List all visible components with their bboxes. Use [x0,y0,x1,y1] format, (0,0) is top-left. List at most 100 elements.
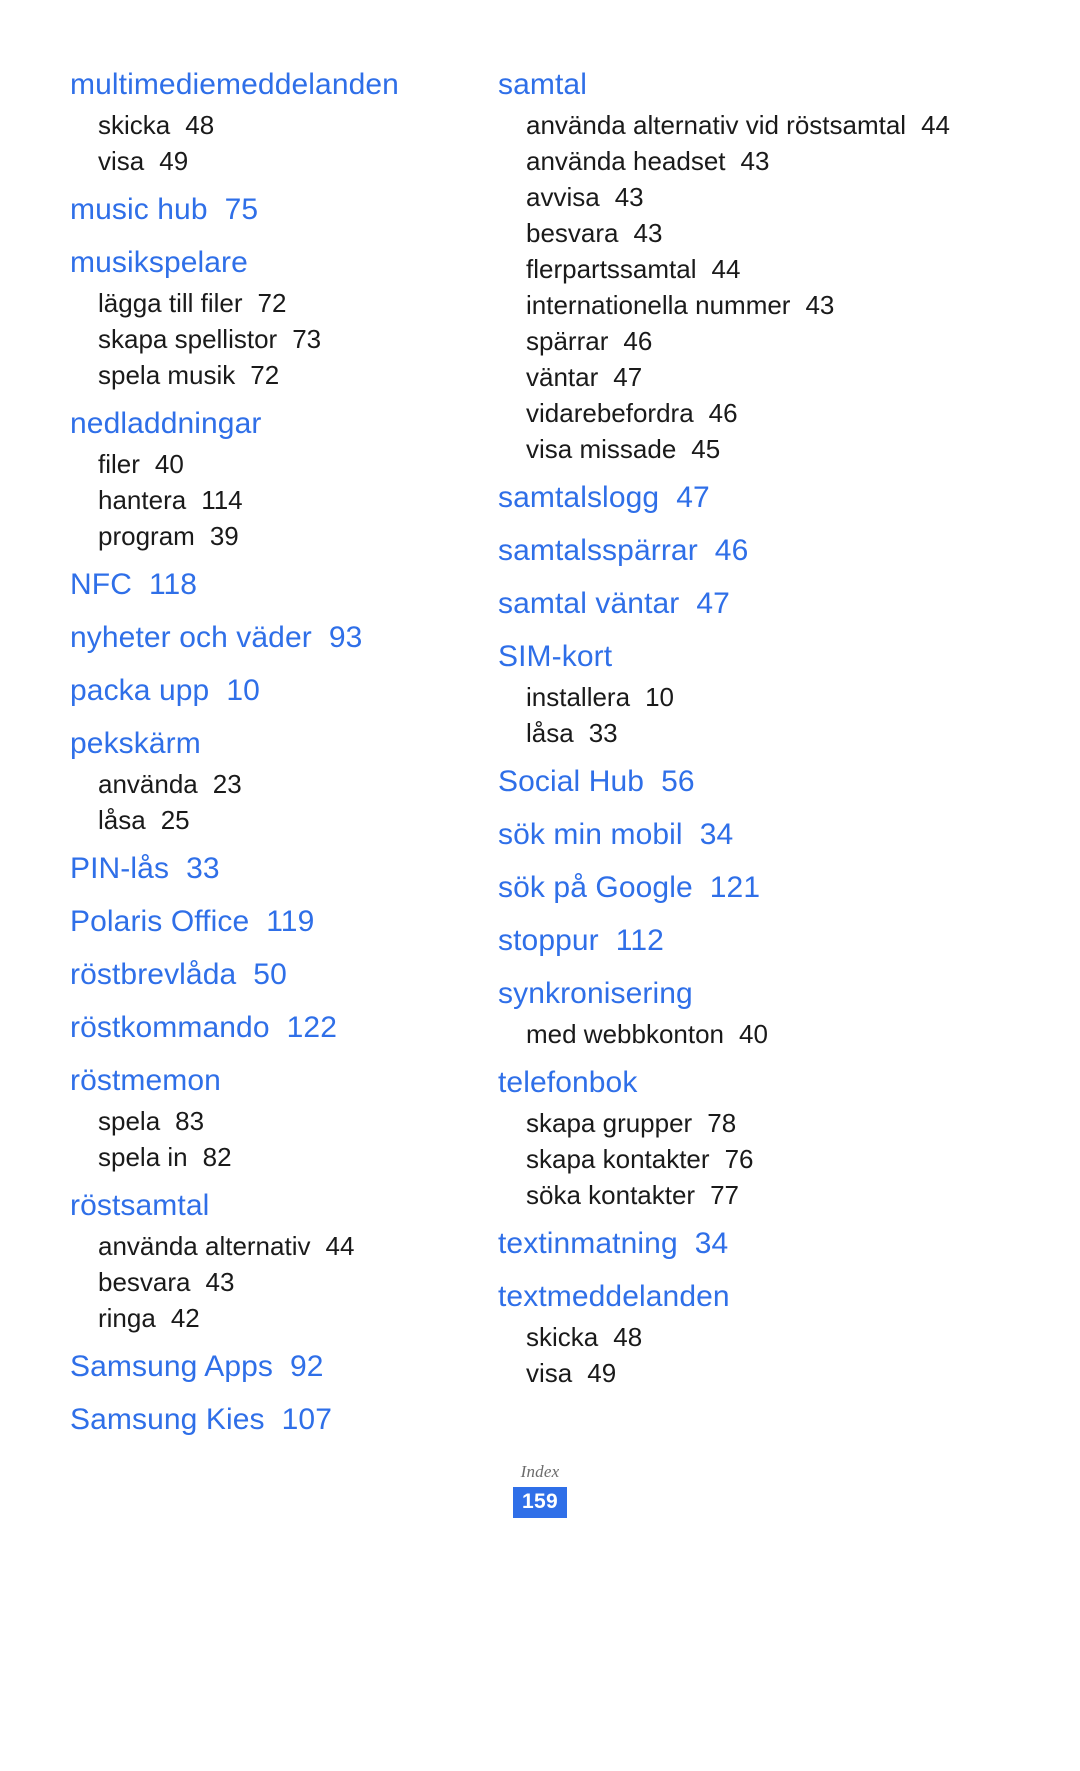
index-subentry[interactable]: spela musik 72 [70,357,495,393]
index-entry: nedladdningar filer 40 hantera 114 program 39 [70,401,495,554]
index-entry-page-number: 34 [699,818,734,851]
index-entry: röstbrevlåda 50 [70,952,495,997]
index-entry-title[interactable]: röstbrevlåda 50 [70,952,495,997]
index-subentry[interactable]: filer 40 [70,446,495,482]
index-entry-title-text: Social Hub [498,765,645,798]
index-subentry[interactable]: vidarebefordra 46 [498,395,988,431]
index-entry-title-text: röstbrevlåda [70,958,237,991]
index-entry-page-number: 118 [148,568,198,601]
index-subentry[interactable]: program 39 [70,518,495,554]
index-subentry[interactable]: spärrar 46 [498,323,988,359]
index-subentry[interactable]: använda 23 [70,766,495,802]
index-entry-page-number: 46 [714,534,749,567]
index-subentry-label: väntar [526,362,599,392]
index-subentry-label: spela in [98,1142,188,1172]
index-subentry[interactable]: spela in 82 [70,1139,495,1175]
index-entry-title[interactable]: samtal [498,62,988,107]
index-subentry-label: besvara [98,1267,191,1297]
index-entry-title[interactable]: nedladdningar [70,401,495,446]
index-entry-title[interactable]: Samsung Apps 92 [70,1344,495,1389]
index-entry-title-text: sök på Google [498,871,693,904]
index-entry-title[interactable]: röstsamtal [70,1183,495,1228]
index-entry-title[interactable]: sök min mobil 34 [498,812,988,857]
index-entry-page-number: 50 [253,958,287,991]
index-entry-title[interactable]: packa upp 10 [70,668,495,713]
index-subentry-list: installera 10 låsa 33 [498,679,988,751]
index-subentry[interactable]: hantera 114 [70,482,495,518]
index-subentry-list: använda alternativ vid röstsamtal 44 använ… [498,107,988,467]
index-entry: multimediemeddelanden skicka 48 visa 49 [70,62,495,179]
index-subentry[interactable]: låsa 25 [70,802,495,838]
index-entry-title[interactable]: PIN-lås 33 [70,846,495,891]
index-subentry-page-number: 49 [159,146,189,176]
index-entry-title[interactable]: samtal väntar 47 [498,581,988,626]
index-subentry[interactable]: med webbkonton 40 [498,1016,988,1052]
index-entry-title[interactable]: telefonbok [498,1060,988,1105]
index-subentry[interactable]: skicka 48 [498,1319,988,1355]
index-entry-title[interactable]: nyheter och väder 93 [70,615,495,660]
index-subentry[interactable]: skapa spellistor 73 [70,321,495,357]
index-entry-title-text: Samsung Kies [70,1403,265,1436]
index-subentry[interactable]: använda alternativ vid röstsamtal 44 [498,107,988,143]
index-subentry[interactable]: låsa 33 [498,715,988,751]
index-entry-title[interactable]: Social Hub 56 [498,759,988,804]
index-entry-title[interactable]: Polaris Office 119 [70,899,495,944]
index-entry-title[interactable]: musikspelare [70,240,495,285]
index-subentry[interactable]: skicka 48 [70,107,495,143]
index-subentry[interactable]: visa 49 [498,1355,988,1391]
index-entry-title[interactable]: sök på Google 121 [498,865,988,910]
index-entry-title[interactable]: music hub 75 [70,187,495,232]
index-entry: PIN-lås 33 [70,846,495,891]
index-subentry-page-number: 42 [170,1303,200,1333]
index-entry: nyheter och väder 93 [70,615,495,660]
page-footer: Index 159 [0,1462,1080,1518]
index-subentry-page-number: 44 [921,110,951,140]
index-subentry[interactable]: väntar 47 [498,359,988,395]
index-entry-title[interactable]: Samsung Kies 107 [70,1397,495,1442]
index-entry-title[interactable]: samtalslogg 47 [498,475,988,520]
index-subentry[interactable]: söka kontakter 77 [498,1177,988,1213]
index-subentry[interactable]: lägga till filer 72 [70,285,495,321]
index-entry-title[interactable]: pekskärm [70,721,495,766]
index-subentry[interactable]: internationella nummer 43 [498,287,988,323]
index-entry-title-text: Samsung Apps [70,1350,273,1383]
index-entry-title[interactable]: stoppur 112 [498,918,988,963]
index-subentry[interactable]: visa missade 45 [498,431,988,467]
index-entry: samtalslogg 47 [498,475,988,520]
index-subentry[interactable]: skapa kontakter 76 [498,1141,988,1177]
index-entry-title[interactable]: röstmemon [70,1058,495,1103]
index-entry-title-text: röstmemon [70,1064,221,1097]
index-subentry-page-number: 23 [212,769,242,799]
index-subentry[interactable]: ringa 42 [70,1300,495,1336]
index-column-right: samtal använda alternativ vid röstsamtal 4… [498,62,988,1391]
index-subentry[interactable]: besvara 43 [70,1264,495,1300]
index-entry-title[interactable]: NFC 118 [70,562,495,607]
index-subentry[interactable]: skapa grupper 78 [498,1105,988,1141]
index-subentry[interactable]: spela 83 [70,1103,495,1139]
index-subentry-page-number: 33 [588,718,618,748]
index-entry-page-number: 33 [186,852,220,885]
index-entry-title[interactable]: SIM-kort [498,634,988,679]
index-subentry-label: internationella nummer [526,290,791,320]
index-subentry-label: med webbkonton [526,1019,725,1049]
index-entry-title[interactable]: textmeddelanden [498,1274,988,1319]
index-subentry[interactable]: besvara 43 [498,215,988,251]
index-subentry[interactable]: installera 10 [498,679,988,715]
index-subentry-page-number: 46 [708,398,738,428]
index-subentry-page-number: 73 [292,324,322,354]
index-entry-title[interactable]: samtalsspärrar 46 [498,528,988,573]
index-subentry[interactable]: använda alternativ 44 [70,1228,495,1264]
index-subentry-list: med webbkonton 40 [498,1016,988,1052]
index-subentry[interactable]: visa 49 [70,143,495,179]
index-subentry[interactable]: använda headset 43 [498,143,988,179]
index-subentry[interactable]: avvisa 43 [498,179,988,215]
index-subentry-list: använda alternativ 44 besvara 43 ringa 42 [70,1228,495,1336]
index-entry-title[interactable]: textinmatning 34 [498,1221,988,1266]
index-subentry-page-number: 49 [587,1358,617,1388]
index-subentry[interactable]: flerpartssamtal 44 [498,251,988,287]
index-entry-title[interactable]: röstkommando 122 [70,1005,495,1050]
index-entry: textmeddelanden skicka 48 visa 49 [498,1274,988,1391]
index-entry-title[interactable]: synkronisering [498,971,988,1016]
index-entry-title[interactable]: multimediemeddelanden [70,62,495,107]
index-entry: packa upp 10 [70,668,495,713]
